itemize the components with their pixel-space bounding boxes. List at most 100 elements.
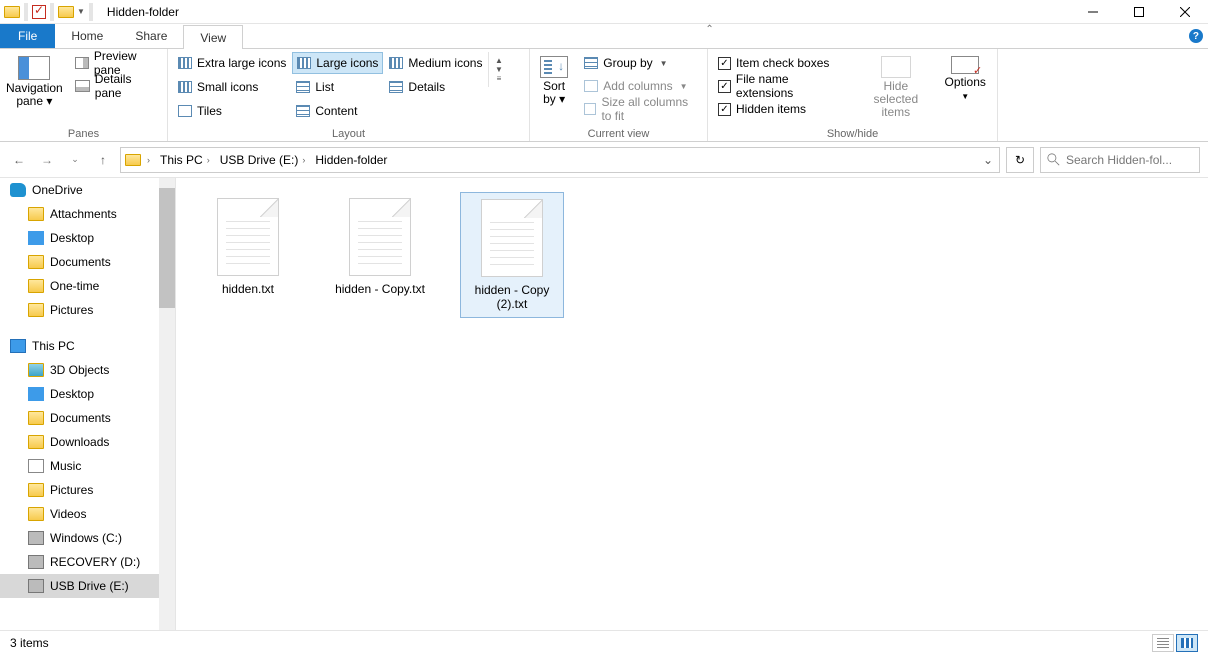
tree-attachments[interactable]: Attachments (0, 202, 175, 226)
item-checkboxes-toggle[interactable]: Item check boxes (714, 52, 852, 74)
breadcrumb-folder[interactable]: Hidden-folder (311, 153, 391, 167)
file-item[interactable]: hidden - Copy (2).txt (460, 192, 564, 318)
layout-group-label: Layout (174, 126, 523, 140)
documents-icon (28, 255, 44, 269)
status-bar: 3 items (0, 630, 1208, 654)
close-button[interactable] (1162, 0, 1208, 24)
folder-icon (28, 207, 44, 221)
recent-locations-button[interactable]: ⌄ (64, 149, 86, 171)
medium-icons-button[interactable]: Medium icons (385, 52, 486, 74)
share-tab[interactable]: Share (119, 24, 183, 48)
back-button[interactable]: ← (8, 149, 30, 171)
usb-drive-icon (28, 579, 44, 593)
up-button[interactable]: ↑ (92, 149, 114, 171)
checkbox-icon (718, 103, 731, 116)
add-columns-button[interactable]: Add columns▼ (580, 75, 701, 97)
hide-selected-button[interactable]: Hide selected items (860, 52, 931, 119)
file-item[interactable]: hidden.txt (196, 192, 300, 302)
small-icons-icon (178, 81, 192, 93)
tree-pictures-2[interactable]: Pictures (0, 478, 175, 502)
details-pane-icon (75, 80, 90, 92)
file-tab[interactable]: File (0, 24, 55, 48)
navigation-pane-button[interactable]: Navigation pane ▾ (6, 52, 63, 108)
home-tab[interactable]: Home (55, 24, 119, 48)
collapse-ribbon-icon[interactable]: ⌃ (705, 24, 713, 48)
small-icons-button[interactable]: Small icons (174, 76, 290, 98)
search-icon (1047, 153, 1060, 166)
options-button[interactable]: Options▼ (939, 52, 991, 103)
tree-downloads[interactable]: Downloads (0, 430, 175, 454)
size-columns-button[interactable]: Size all columns to fit (580, 98, 701, 120)
large-icons-button[interactable]: Large icons (292, 52, 383, 74)
content-icon (296, 105, 310, 117)
file-name: hidden - Copy.txt (335, 282, 425, 296)
tree-pictures[interactable]: Pictures (0, 298, 175, 322)
tree-onetime[interactable]: One-time (0, 274, 175, 298)
details-button[interactable]: Details (385, 76, 486, 98)
list-button[interactable]: List (292, 76, 383, 98)
pictures-icon (28, 483, 44, 497)
large-icons-view-button[interactable] (1176, 634, 1198, 652)
documents-icon (28, 411, 44, 425)
tree-onedrive[interactable]: OneDrive (0, 178, 175, 202)
address-folder-icon (125, 154, 141, 166)
ribbon-tabs: File Home Share View ⌃ ? (0, 24, 1208, 48)
file-list[interactable]: hidden.txt hidden - Copy.txt hidden - Co… (176, 178, 1208, 630)
properties-icon[interactable] (32, 5, 46, 19)
address-history-icon[interactable]: ⌄ (977, 153, 999, 167)
quick-access-toolbar: ▼ (0, 3, 97, 21)
navigation-tree[interactable]: OneDrive Attachments Desktop Documents O… (0, 178, 176, 630)
this-pc-icon (10, 339, 26, 353)
tree-documents-2[interactable]: Documents (0, 406, 175, 430)
help-button[interactable]: ? (1184, 24, 1208, 48)
sort-by-button[interactable]: Sort by ▾ (536, 52, 572, 106)
tree-videos[interactable]: Videos (0, 502, 175, 526)
extra-large-icons-button[interactable]: Extra large icons (174, 52, 290, 74)
breadcrumb-drive[interactable]: USB Drive (E:)› (216, 153, 310, 167)
sort-icon (540, 56, 568, 78)
forward-button[interactable]: → (36, 149, 58, 171)
text-file-icon (349, 198, 411, 276)
file-item[interactable]: hidden - Copy.txt (328, 192, 432, 302)
tree-recovery-d[interactable]: RECOVERY (D:) (0, 550, 175, 574)
search-input[interactable]: Search Hidden-fol... (1040, 147, 1200, 173)
tree-desktop-2[interactable]: Desktop (0, 382, 175, 406)
file-extensions-toggle[interactable]: File name extensions (714, 75, 852, 97)
tree-this-pc[interactable]: This PC (0, 334, 175, 358)
group-by-button[interactable]: Group by▼ (580, 52, 701, 74)
tree-documents[interactable]: Documents (0, 250, 175, 274)
onedrive-icon (10, 183, 26, 197)
tree-windows-c[interactable]: Windows (C:) (0, 526, 175, 550)
add-columns-icon (584, 80, 598, 92)
tree-scrollbar-thumb[interactable] (159, 188, 175, 308)
content-button[interactable]: Content (292, 100, 383, 122)
text-file-icon (217, 198, 279, 276)
breadcrumb-this-pc[interactable]: This PC› (156, 153, 214, 167)
tree-music[interactable]: Music (0, 454, 175, 478)
details-icon (389, 81, 403, 93)
checkbox-icon (718, 57, 731, 70)
tree-desktop[interactable]: Desktop (0, 226, 175, 250)
qat-dropdown-icon[interactable]: ▼ (77, 7, 85, 16)
minimize-button[interactable] (1070, 0, 1116, 24)
drive-icon (28, 555, 44, 569)
details-view-button[interactable] (1152, 634, 1174, 652)
hidden-items-toggle[interactable]: Hidden items (714, 98, 852, 120)
refresh-button[interactable]: ↻ (1006, 147, 1034, 173)
ribbon: Navigation pane ▾ Preview pane Details p… (0, 48, 1208, 142)
navigation-bar: ← → ⌄ ↑ › This PC› USB Drive (E:)› Hidde… (0, 142, 1208, 178)
tree-usb-drive-e[interactable]: USB Drive (E:) (0, 574, 175, 598)
tiles-button[interactable]: Tiles (174, 100, 290, 122)
checkbox-icon (718, 80, 731, 93)
drive-icon (28, 531, 44, 545)
details-pane-button[interactable]: Details pane (71, 75, 161, 97)
layout-scroll[interactable]: ▲▼≡ (488, 52, 508, 87)
maximize-button[interactable] (1116, 0, 1162, 24)
open-folder-icon[interactable] (58, 6, 74, 18)
music-icon (28, 459, 44, 473)
tree-3d-objects[interactable]: 3D Objects (0, 358, 175, 382)
view-tab[interactable]: View (183, 25, 243, 49)
text-file-icon (481, 199, 543, 277)
address-bar[interactable]: › This PC› USB Drive (E:)› Hidden-folder… (120, 147, 1000, 173)
preview-pane-button[interactable]: Preview pane (71, 52, 161, 74)
